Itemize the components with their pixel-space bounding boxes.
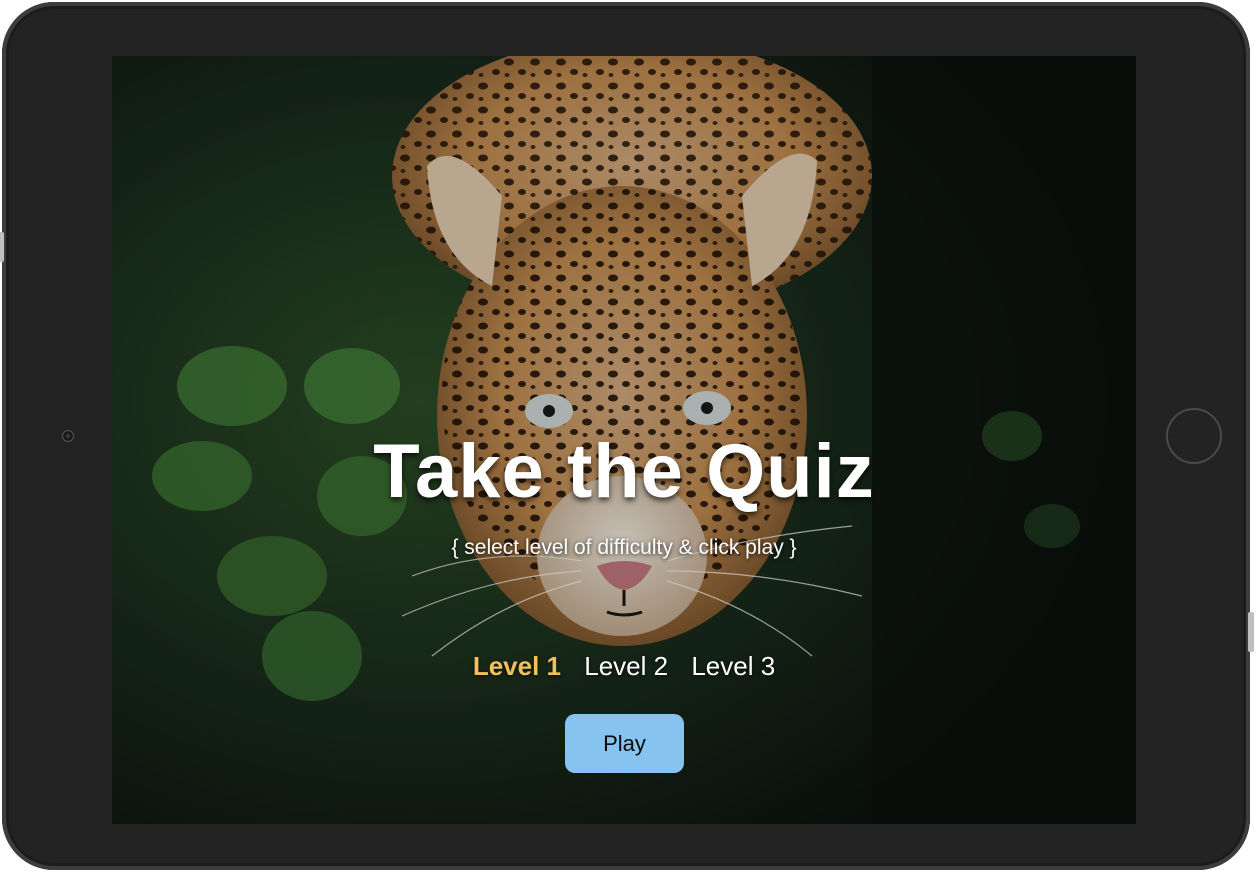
app-screen: Take the Quiz { select level of difficul… (112, 56, 1136, 824)
level-2-option[interactable]: Level 2 (584, 651, 668, 682)
play-button[interactable]: Play (565, 714, 684, 773)
level-3-option[interactable]: Level 3 (691, 651, 775, 682)
page-title: Take the Quiz (373, 429, 875, 514)
instructions-subtitle: { select level of difficulty & click pla… (451, 536, 797, 559)
home-button[interactable] (1166, 408, 1222, 464)
side-button-left (0, 232, 4, 262)
tablet-frame: Take the Quiz { select level of difficul… (0, 2, 1254, 870)
level-selector: Level 1 Level 2 Level 3 (112, 651, 1136, 682)
level-1-option[interactable]: Level 1 (473, 651, 561, 682)
camera-icon (62, 430, 74, 442)
side-button-right (1248, 612, 1254, 652)
